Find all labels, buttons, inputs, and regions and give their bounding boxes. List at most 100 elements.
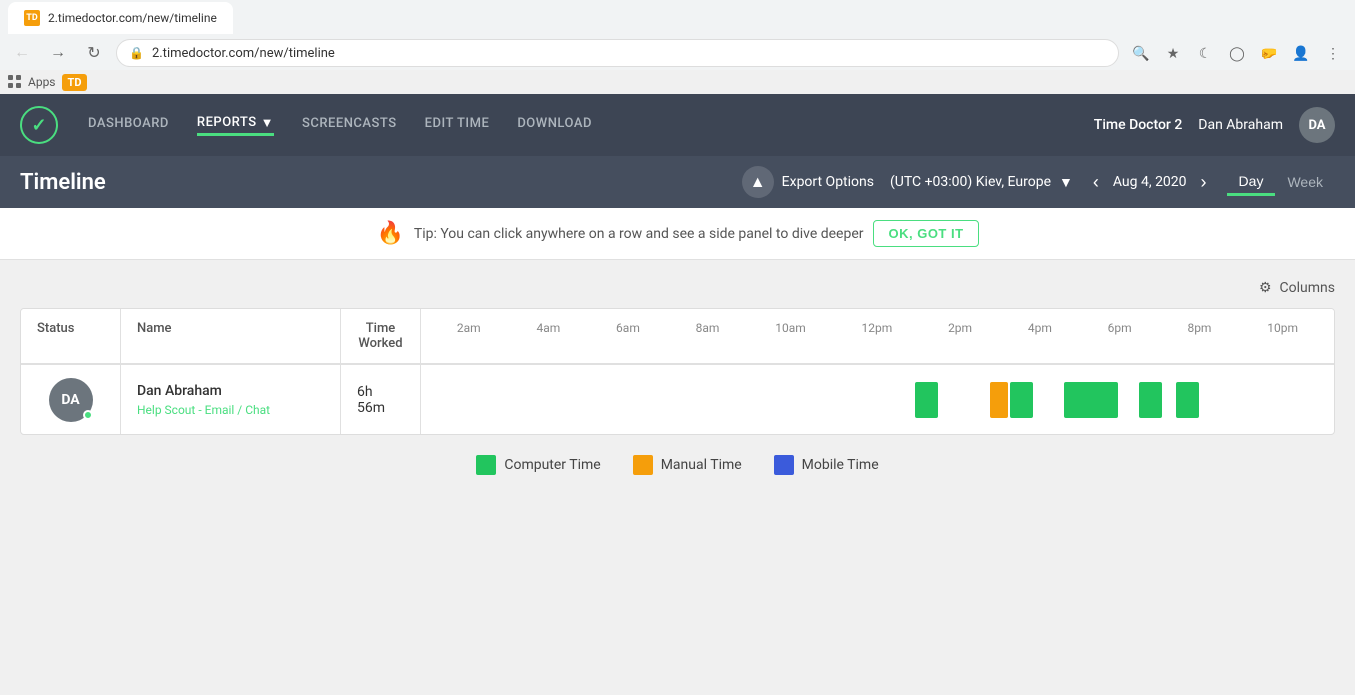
back-button[interactable]: ← <box>8 39 36 67</box>
nav-reports[interactable]: REPORTS ▼ <box>197 115 274 136</box>
time-worked-value: 6h 56m <box>341 365 421 434</box>
time-column-header: Time Worked <box>341 309 421 363</box>
address-bar[interactable]: 🔒 2.timedoctor.com/new/timeline <box>116 39 1119 67</box>
current-task[interactable]: Help Scout - Email / Chat <box>137 403 324 417</box>
app-header: ✓ DASHBOARD REPORTS ▼ SCREENCASTS EDIT T… <box>0 94 1355 156</box>
time-label-6am: 6am <box>616 321 640 335</box>
timezone-text: (UTC +03:00) Kiev, Europe <box>890 174 1051 190</box>
avatar: DA <box>49 378 93 422</box>
timezone-selector[interactable]: (UTC +03:00) Kiev, Europe ▼ <box>890 174 1073 191</box>
apps-icon[interactable] <box>8 75 22 89</box>
timeline-table: Status Name Time Worked 2am 4am 6am 8am … <box>20 308 1335 435</box>
time-label-12pm: 12pm <box>862 321 893 335</box>
export-icon: ▲ <box>742 166 774 198</box>
logo-check: ✓ <box>31 115 46 136</box>
time-block-2 <box>990 382 1008 418</box>
row-status: DA <box>21 365 121 434</box>
manual-time-label: Manual Time <box>661 457 742 473</box>
day-view-button[interactable]: Day <box>1227 169 1276 196</box>
columns-label: Columns <box>1280 280 1335 296</box>
apps-label: Apps <box>28 75 56 89</box>
user-name: Dan Abraham <box>1198 117 1283 133</box>
legend: Computer Time Manual Time Mobile Time <box>20 455 1335 475</box>
time-block-4 <box>1064 382 1118 418</box>
legend-manual: Manual Time <box>633 455 742 475</box>
menu-button[interactable]: ⋮ <box>1319 39 1347 67</box>
mobile-time-label: Mobile Time <box>802 457 879 473</box>
table-row[interactable]: DA Dan Abraham Help Scout - Email / Chat… <box>21 364 1334 434</box>
page-title: Timeline <box>20 170 742 195</box>
nav-screencasts[interactable]: SCREENCASTS <box>302 116 397 135</box>
tip-icon: 🔥 <box>376 221 403 246</box>
user-avatar[interactable]: DA <box>1299 107 1335 143</box>
time-block-5 <box>1139 382 1161 418</box>
user-full-name: Dan Abraham <box>137 383 324 399</box>
dark-mode-icon[interactable]: ☾ <box>1191 39 1219 67</box>
time-labels: 2am 4am 6am 8am 10am 12pm 2pm 4pm 6pm 8p… <box>429 321 1326 335</box>
nav-edit-time[interactable]: EDIT TIME <box>425 116 490 135</box>
timeline-blocks <box>429 382 1326 418</box>
logo[interactable]: ✓ <box>20 106 58 144</box>
prev-date-button[interactable]: ‹ <box>1089 172 1103 193</box>
browser-tab[interactable]: TD 2.timedoctor.com/new/timeline <box>8 2 233 34</box>
time-label-2am: 2am <box>457 321 481 335</box>
current-date: Aug 4, 2020 <box>1113 174 1187 190</box>
name-column-header: Name <box>121 309 341 363</box>
time-label-10pm: 10pm <box>1267 321 1298 335</box>
time-label-10am: 10am <box>775 321 806 335</box>
extensions-icon[interactable]: 🤛 <box>1255 39 1283 67</box>
chevron-down-icon: ▼ <box>261 115 274 131</box>
timeline-column-header: 2am 4am 6am 8am 10am 12pm 2pm 4pm 6pm 8p… <box>421 309 1334 363</box>
legend-computer: Computer Time <box>476 455 600 475</box>
main-content: ⚙ Columns Status Name Time Worked 2am 4a… <box>0 260 1355 495</box>
bookmark-star[interactable]: ★ <box>1159 39 1187 67</box>
td-bookmark[interactable]: TD <box>62 74 88 91</box>
tab-title: 2.timedoctor.com/new/timeline <box>48 11 217 25</box>
row-name: Dan Abraham Help Scout - Email / Chat <box>121 365 341 434</box>
date-navigator: ‹ Aug 4, 2020 › <box>1089 172 1211 193</box>
url-text: 2.timedoctor.com/new/timeline <box>152 46 335 61</box>
reading-list-icon[interactable]: ◯ <box>1223 39 1251 67</box>
tip-text: Tip: You can click anywhere on a row and… <box>414 226 864 242</box>
time-label-8am: 8am <box>696 321 720 335</box>
tab-favicon: TD <box>24 10 40 26</box>
profile-icon[interactable]: 👤 <box>1287 39 1315 67</box>
search-button[interactable]: 🔍 <box>1127 39 1155 67</box>
table-header: Status Name Time Worked 2am 4am 6am 8am … <box>21 309 1334 364</box>
mobile-time-color <box>774 455 794 475</box>
online-indicator <box>83 410 93 420</box>
time-label-2pm: 2pm <box>948 321 972 335</box>
next-date-button[interactable]: › <box>1197 172 1211 193</box>
nav-dashboard[interactable]: DASHBOARD <box>88 116 169 135</box>
export-button[interactable]: ▲ Export Options <box>742 166 874 198</box>
app-name: Time Doctor 2 <box>1094 117 1183 133</box>
row-timeline <box>421 365 1334 434</box>
time-label-4pm: 4pm <box>1028 321 1052 335</box>
columns-button[interactable]: ⚙ Columns <box>20 280 1335 296</box>
browser-actions: 🔍 ★ ☾ ◯ 🤛 👤 ⋮ <box>1127 39 1347 67</box>
timezone-chevron-icon: ▼ <box>1059 174 1073 191</box>
got-it-button[interactable]: OK, GOT IT <box>873 220 978 247</box>
lock-icon: 🔒 <box>129 46 144 60</box>
export-label: Export Options <box>782 174 874 190</box>
time-block-3 <box>1010 382 1032 418</box>
timeline-header: Timeline ▲ Export Options (UTC +03:00) K… <box>0 156 1355 208</box>
week-view-button[interactable]: Week <box>1275 169 1335 196</box>
tab-bar: TD 2.timedoctor.com/new/timeline <box>0 0 1355 36</box>
manual-time-color <box>633 455 653 475</box>
tip-bar: 🔥 Tip: You can click anywhere on a row a… <box>0 208 1355 260</box>
header-right: Time Doctor 2 Dan Abraham DA <box>1094 107 1335 143</box>
bookmarks-bar: Apps TD <box>0 70 1355 94</box>
view-toggle: Day Week <box>1227 169 1335 196</box>
browser-chrome: TD 2.timedoctor.com/new/timeline ← → ↻ 🔒… <box>0 0 1355 70</box>
nav-items: DASHBOARD REPORTS ▼ SCREENCASTS EDIT TIM… <box>88 115 1064 136</box>
computer-time-color <box>476 455 496 475</box>
reload-button[interactable]: ↻ <box>80 39 108 67</box>
time-label-4am: 4am <box>536 321 560 335</box>
browser-controls: ← → ↻ 🔒 2.timedoctor.com/new/timeline 🔍 … <box>0 36 1355 70</box>
time-label-6pm: 6pm <box>1108 321 1132 335</box>
time-block-6 <box>1176 382 1198 418</box>
forward-button[interactable]: → <box>44 39 72 67</box>
nav-download[interactable]: DOWNLOAD <box>517 116 592 135</box>
legend-mobile: Mobile Time <box>774 455 879 475</box>
